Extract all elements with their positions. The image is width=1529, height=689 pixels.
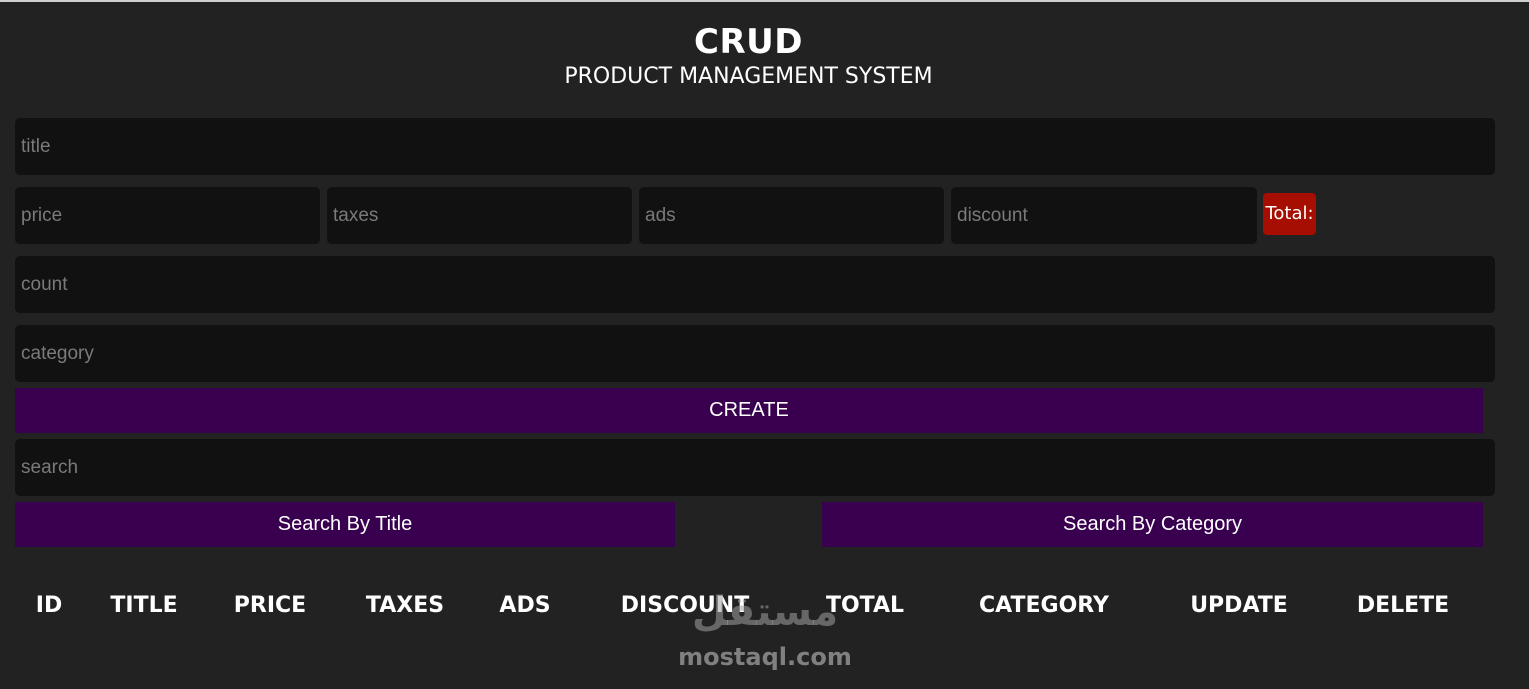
column-header-id: ID [35, 593, 63, 618]
column-header-total: TOTAL [825, 593, 905, 618]
column-header-discount: DISCOUNT [620, 593, 750, 618]
watermark-latin-text: mostaql.com [678, 643, 852, 671]
column-header-category: CATEGORY [979, 593, 1109, 618]
top-border [0, 0, 1529, 2]
category-input[interactable] [15, 325, 1495, 382]
app-subtitle: PRODUCT MANAGEMENT SYSTEM [564, 64, 933, 89]
page: CRUD PRODUCT MANAGEMENT SYSTEM Total: CR… [0, 0, 1529, 689]
table-header: ID TITLE PRICE TAXES ADS DISCOUNT TOTAL … [0, 590, 1529, 622]
taxes-input[interactable] [327, 187, 632, 244]
discount-input[interactable] [951, 187, 1257, 244]
column-header-update: UPDATE [1190, 593, 1288, 618]
column-header-taxes: TAXES [365, 593, 445, 618]
count-input[interactable] [15, 256, 1495, 313]
app-title: CRUD [694, 22, 803, 62]
column-header-title: TITLE [110, 593, 178, 618]
search-by-title-button[interactable]: Search By Title [15, 502, 675, 547]
search-by-category-button[interactable]: Search By Category [822, 502, 1483, 547]
search-input[interactable] [15, 439, 1495, 496]
column-header-delete: DELETE [1356, 593, 1450, 618]
title-input[interactable] [15, 118, 1495, 175]
create-button[interactable]: CREATE [15, 388, 1483, 433]
header: CRUD PRODUCT MANAGEMENT SYSTEM [0, 22, 1497, 92]
total-badge: Total: [1263, 193, 1316, 235]
column-header-price: PRICE [233, 593, 307, 618]
column-header-ads: ADS [499, 593, 551, 618]
ads-input[interactable] [639, 187, 944, 244]
price-input[interactable] [15, 187, 320, 244]
